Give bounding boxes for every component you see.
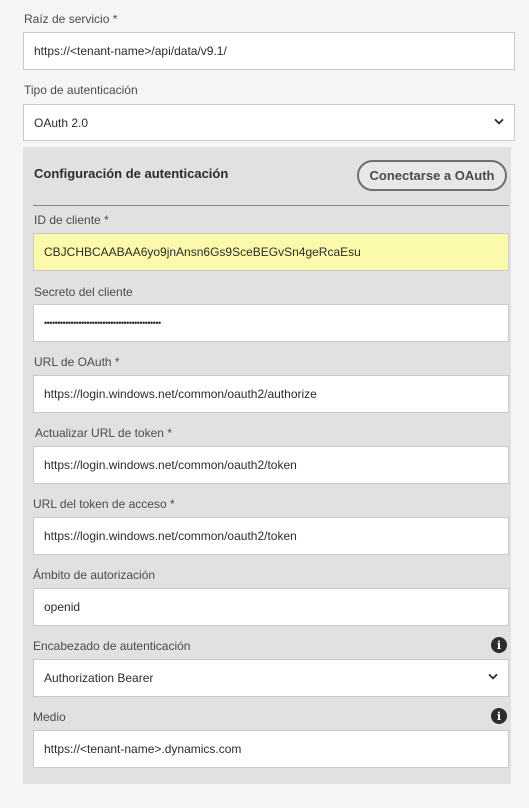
auth-type-label: Tipo de autenticación — [24, 83, 138, 97]
auth-header-label: Encabezado de autenticación — [33, 639, 191, 653]
chevron-down-icon — [494, 116, 504, 128]
access-token-url-value: https://login.windows.net/common/oauth2/… — [44, 529, 297, 543]
client-secret-input[interactable]: ••••••••••••••••••••••••••••••••••••••••… — [33, 304, 509, 342]
client-id-input[interactable]: CBJCHBCAABAA6yo9jnAnsn6Gs9SceBEGvSn4geRc… — [33, 233, 509, 271]
oauth-url-label: URL de OAuth * — [34, 355, 120, 369]
auth-type-value: OAuth 2.0 — [34, 115, 89, 130]
client-id-label: ID de cliente * — [34, 213, 109, 227]
chevron-down-icon — [488, 671, 498, 683]
client-secret-label: Secreto del cliente — [34, 285, 133, 299]
resource-input[interactable]: https://<tenant-name>.dynamics.com — [33, 730, 509, 768]
refresh-token-url-value: https://login.windows.net/common/oauth2/… — [44, 458, 297, 472]
scope-label: Ámbito de autorización — [33, 568, 156, 582]
auth-type-select[interactable]: OAuth 2.0 — [23, 104, 515, 141]
client-secret-value: ••••••••••••••••••••••••••••••••••••••••… — [44, 318, 161, 328]
oauth-url-value: https://login.windows.net/common/oauth2/… — [44, 387, 317, 401]
auth-header-value: Authorization Bearer — [44, 671, 154, 685]
info-icon[interactable]: i — [491, 708, 507, 724]
service-root-label: Raíz de servicio * — [24, 12, 118, 26]
resource-label: Medio — [33, 710, 66, 724]
auth-config-title: Configuración de autenticación — [34, 166, 229, 181]
client-id-value: CBJCHBCAABAA6yo9jnAnsn6Gs9SceBEGvSn4geRc… — [44, 245, 361, 259]
oauth-url-input[interactable]: https://login.windows.net/common/oauth2/… — [33, 375, 509, 413]
auth-header-select[interactable]: Authorization Bearer — [33, 659, 509, 697]
connect-oauth-button[interactable]: Conectarse a OAuth — [357, 160, 507, 191]
refresh-token-url-label: Actualizar URL de token * — [35, 426, 172, 440]
access-token-url-label: URL del token de acceso * — [33, 497, 175, 511]
scope-value: openid — [44, 600, 81, 614]
access-token-url-input[interactable]: https://login.windows.net/common/oauth2/… — [33, 517, 509, 555]
scope-input[interactable]: openid — [33, 588, 509, 626]
panel-divider — [33, 205, 509, 206]
resource-value: https://<tenant-name>.dynamics.com — [44, 742, 242, 756]
refresh-token-url-input[interactable]: https://login.windows.net/common/oauth2/… — [33, 446, 509, 484]
service-root-input[interactable]: https://<tenant-name>/api/data/v9.1/ — [23, 32, 515, 70]
info-icon[interactable]: i — [491, 637, 507, 653]
service-root-value: https://<tenant-name>/api/data/v9.1/ — [34, 44, 227, 58]
